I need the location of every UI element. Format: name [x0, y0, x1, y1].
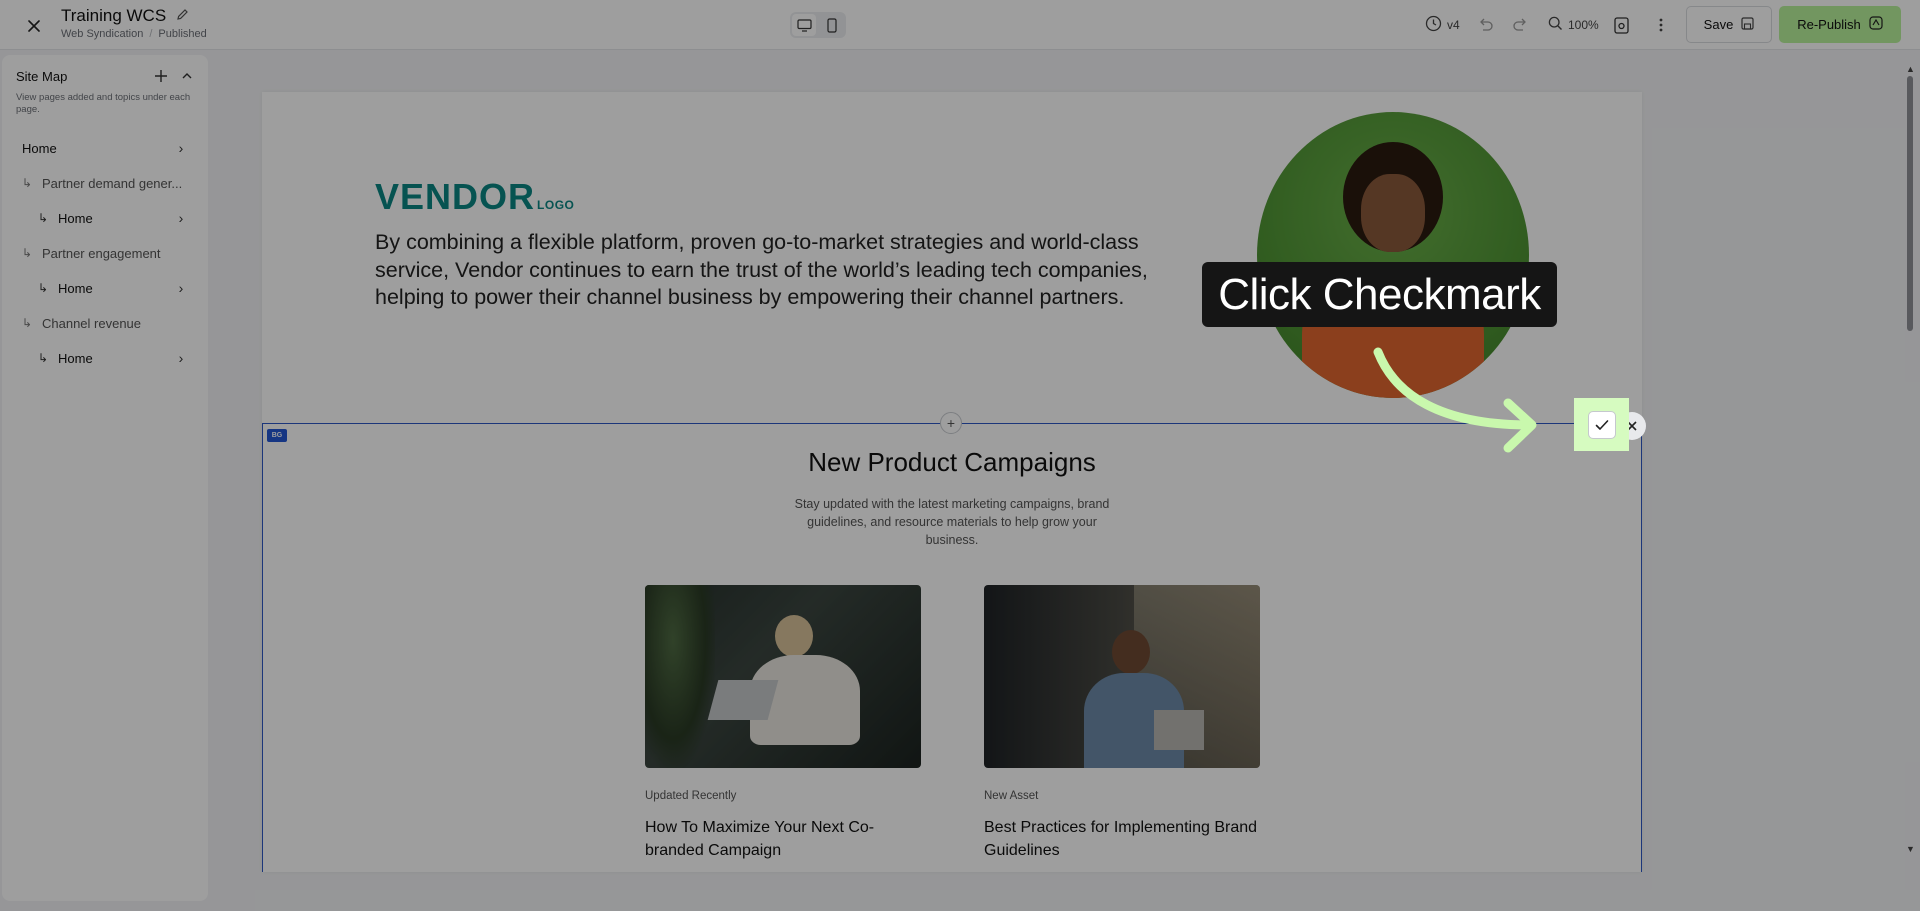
breadcrumb-separator: / [149, 28, 153, 40]
close-icon[interactable] [22, 14, 46, 38]
confirm-checkmark-button[interactable] [1587, 410, 1616, 439]
chevron-up-icon[interactable] [178, 67, 196, 85]
card-title[interactable]: Best Practices for Implementing Brand Gu… [984, 816, 1260, 862]
vertical-scrollbar[interactable]: ▲ ▼ [1905, 60, 1915, 860]
chevron-right-icon[interactable]: › [174, 140, 188, 156]
campaign-card[interactable]: Updated Recently How To Maximize Your Ne… [645, 585, 921, 862]
site-map-title: Site Map [16, 69, 68, 84]
sub-arrow-icon: ↳ [22, 246, 33, 260]
sidebar-item-partner-demand[interactable]: ↳ Partner demand gener... [22, 170, 192, 196]
scroll-up-icon[interactable]: ▲ [1906, 64, 1915, 74]
site-map-description: View pages added and topics under each p… [16, 92, 191, 115]
mobile-icon[interactable] [820, 14, 844, 36]
save-icon [1741, 16, 1754, 33]
checkmark-icon [1595, 419, 1608, 430]
card-tag: New Asset [984, 790, 1039, 802]
card-tag: Updated Recently [645, 790, 737, 802]
edit-pencil-icon[interactable] [176, 6, 189, 26]
zoom-control[interactable]: 100% [1548, 12, 1599, 38]
sub-arrow-icon: ↳ [38, 351, 49, 365]
publish-icon [1869, 16, 1883, 33]
sidebar-item-label: Home [58, 210, 93, 226]
history-icon [1425, 15, 1442, 35]
guide-arrow-icon [1373, 347, 1537, 453]
preview-icon[interactable] [1614, 12, 1629, 38]
bg-badge[interactable]: BG [267, 429, 287, 442]
sidebar-item-home-sub[interactable]: ↳ Home › [38, 205, 188, 231]
add-section-icon[interactable]: + [940, 412, 962, 434]
sidebar-item-label: Home [22, 140, 57, 156]
more-options-icon[interactable] [1659, 12, 1663, 38]
zoom-icon [1548, 16, 1563, 34]
top-bar: Training WCS Web Syndication / Published… [0, 0, 1920, 50]
device-toggle [790, 12, 846, 38]
card-title[interactable]: How To Maximize Your Next Co-branded Cam… [645, 816, 921, 862]
checkmark-highlight [1574, 398, 1629, 451]
sidebar-item-home-sub[interactable]: ↳ Home › [38, 345, 188, 371]
section-subtitle[interactable]: Stay updated with the latest marketing c… [782, 495, 1122, 549]
person-shape [1112, 630, 1150, 674]
save-label: Save [1703, 17, 1734, 32]
page-canvas: VENDOR LOGO By combining a flexible platf… [262, 92, 1642, 872]
person-face [1361, 174, 1425, 252]
redo-icon[interactable] [1512, 12, 1528, 38]
guide-tooltip: Click Checkmark [1202, 262, 1557, 327]
breadcrumb: Web Syndication / Published [61, 28, 207, 40]
section-selection-outline [262, 423, 1642, 872]
sub-arrow-icon: ↳ [22, 316, 33, 330]
desktop-icon[interactable] [792, 14, 816, 36]
sub-arrow-icon: ↳ [22, 176, 33, 190]
vendor-logo: VENDOR LOGO [375, 176, 574, 218]
save-button[interactable]: Save [1686, 6, 1772, 43]
version-label: v4 [1447, 18, 1460, 32]
undo-icon[interactable] [1478, 12, 1494, 38]
breadcrumb-status: Published [158, 28, 207, 40]
sub-arrow-icon: ↳ [38, 281, 49, 295]
breadcrumb-item[interactable]: Web Syndication [61, 28, 143, 40]
campaign-card[interactable]: New Asset Best Practices for Implementin… [984, 585, 1260, 862]
laptop-shape [707, 680, 779, 720]
laptop-shape [1154, 710, 1204, 750]
sidebar-item-label: Channel revenue [42, 315, 142, 331]
logo-main-text: VENDOR [375, 176, 536, 217]
logo-small-text: LOGO [537, 198, 575, 212]
card-image [645, 585, 921, 768]
republish-label: Re-Publish [1797, 17, 1861, 32]
history-button[interactable]: v4 [1425, 12, 1460, 38]
sidebar-item-label: Partner demand gener... [42, 175, 183, 191]
sidebar-item-label: Partner engagement [42, 245, 161, 261]
sidebar-item-channel-revenue[interactable]: ↳ Channel revenue [22, 310, 192, 336]
person-shape [775, 615, 813, 657]
sidebar-item-home-sub[interactable]: ↳ Home › [38, 275, 188, 301]
plant-shape [645, 585, 715, 768]
app-title: Training WCS [61, 6, 167, 25]
republish-button[interactable]: Re-Publish [1779, 6, 1901, 43]
sidebar-item-label: Home [58, 280, 93, 296]
chevron-right-icon[interactable]: › [174, 280, 188, 296]
chevron-right-icon[interactable]: › [174, 210, 188, 226]
page-title: Training WCS [61, 6, 189, 26]
sidebar-item-label: Home [58, 350, 93, 366]
site-map-panel: Site Map View pages added and topics und… [2, 55, 208, 901]
hero-paragraph[interactable]: By combining a flexible platform, proven… [375, 229, 1205, 312]
zoom-level: 100% [1568, 18, 1599, 32]
chevron-right-icon[interactable]: › [174, 350, 188, 366]
sidebar-item-home[interactable]: Home › [22, 135, 188, 161]
scroll-down-icon[interactable]: ▼ [1906, 844, 1915, 854]
sidebar-item-partner-engagement[interactable]: ↳ Partner engagement [22, 240, 192, 266]
card-image [984, 585, 1260, 768]
sub-arrow-icon: ↳ [38, 211, 49, 225]
scroll-thumb[interactable] [1907, 76, 1913, 331]
add-page-icon[interactable] [152, 67, 170, 85]
